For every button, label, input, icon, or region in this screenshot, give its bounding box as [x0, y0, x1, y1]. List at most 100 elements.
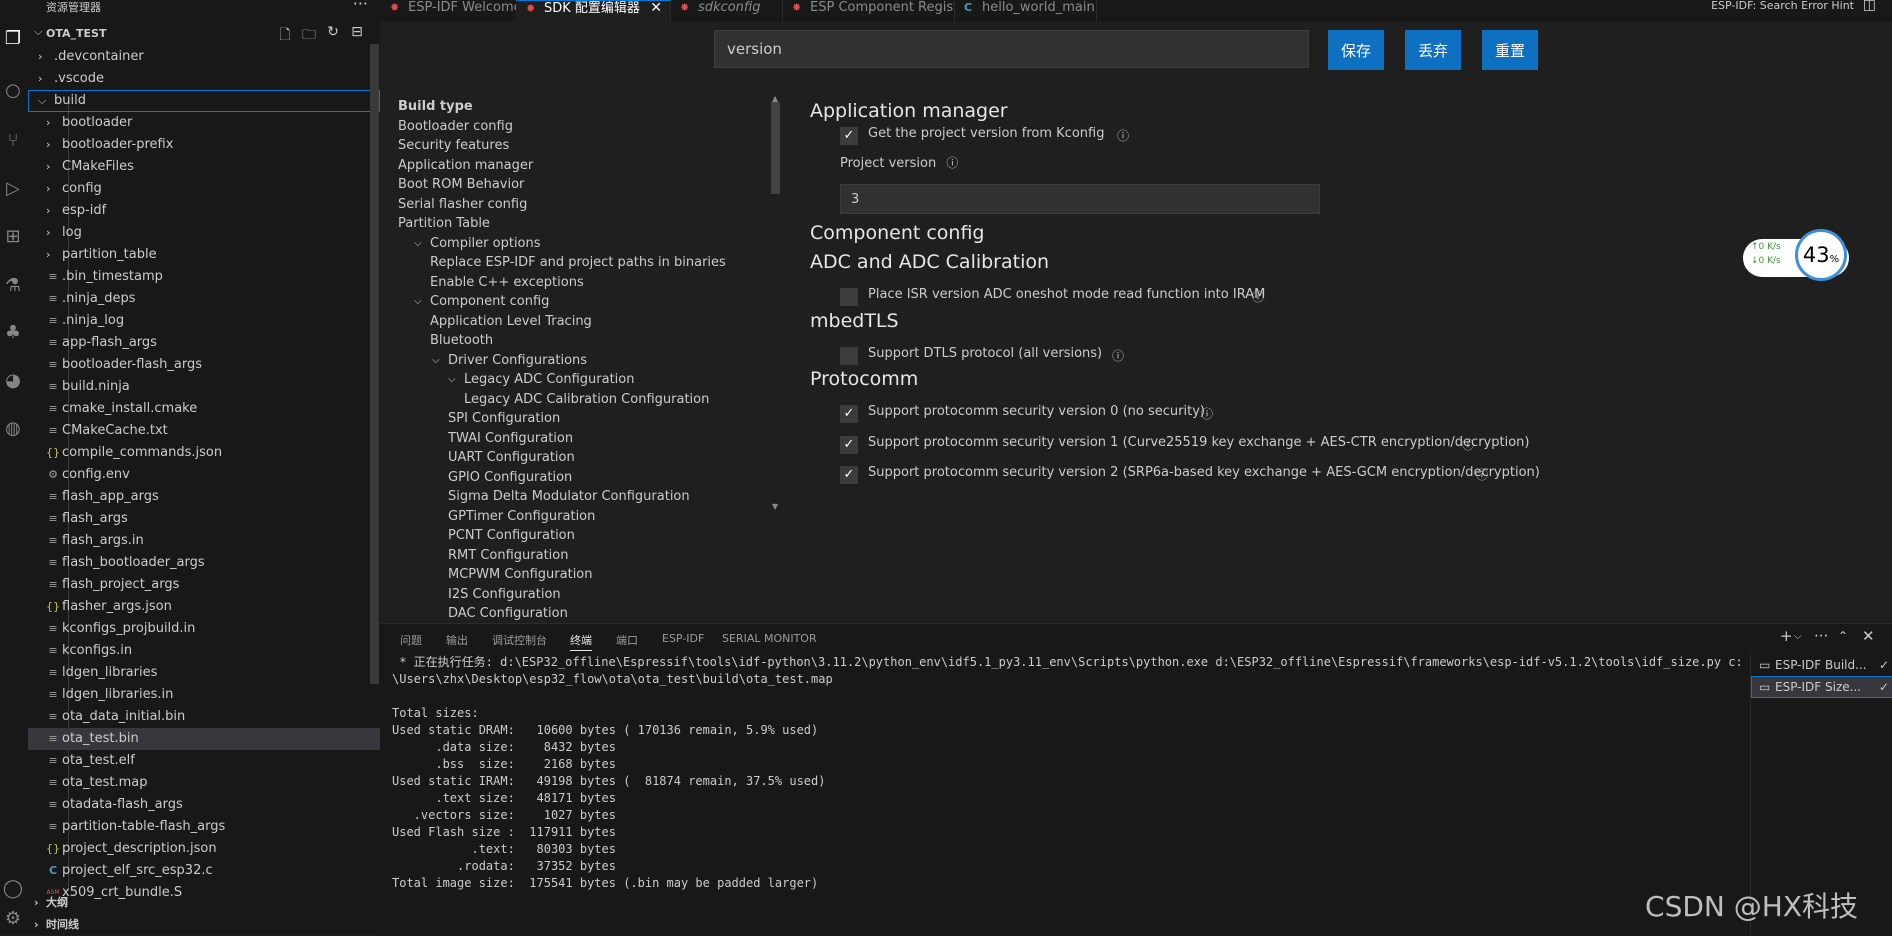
- info-icon[interactable]: ⓘ: [1462, 436, 1474, 453]
- tree-file-item[interactable]: ≡ flash_args.in: [28, 530, 380, 552]
- reset-button[interactable]: 重置: [1482, 30, 1538, 70]
- tree-file-item[interactable]: {} compile_commands.json: [28, 442, 380, 464]
- tree-folder-item[interactable]: › bootloader: [28, 112, 380, 134]
- timeline-section[interactable]: › 时间线: [28, 914, 380, 935]
- chevron-down-icon[interactable]: ⌵: [34, 25, 42, 39]
- checkbox[interactable]: ✓: [840, 127, 858, 145]
- checkbox[interactable]: ✓: [840, 436, 858, 454]
- editor-tab[interactable]: ✸ sdkconfig: [670, 0, 783, 22]
- checkbox[interactable]: ✓: [840, 466, 858, 484]
- source-control-icon[interactable]: ⑂: [2, 130, 24, 152]
- tree-folder-item[interactable]: › partition_table: [28, 244, 380, 266]
- panel-tab[interactable]: 调试控制台: [492, 632, 547, 648]
- account-icon[interactable]: ◯: [2, 878, 24, 900]
- tree-file-item[interactable]: ≡ .bin_timestamp: [28, 266, 380, 288]
- close-icon[interactable]: ✕: [650, 1, 662, 16]
- tree-folder-item[interactable]: › CMakeFiles: [28, 156, 380, 178]
- new-terminal-icon[interactable]: +: [1780, 627, 1793, 645]
- tree-file-item[interactable]: ≡ flash_args: [28, 508, 380, 530]
- tree-folder-item[interactable]: › .vscode: [28, 68, 380, 90]
- tree-file-item[interactable]: ≡ otadata-flash_args: [28, 794, 380, 816]
- tree-file-item[interactable]: ≡ ota_test.elf: [28, 750, 380, 772]
- sdk-search-input[interactable]: [714, 30, 1309, 68]
- tree-file-item[interactable]: ≡ ota_data_initial.bin: [28, 706, 380, 728]
- espressif-icon[interactable]: ◍: [2, 418, 24, 440]
- chevron-down-icon[interactable]: ⌵: [1794, 631, 1802, 642]
- info-icon[interactable]: ⓘ: [1201, 405, 1213, 422]
- tree-folder-item[interactable]: ⌵ build: [28, 90, 380, 112]
- tree-file-item[interactable]: ≡ flash_bootloader_args: [28, 552, 380, 574]
- info-icon[interactable]: ⓘ: [946, 156, 958, 170]
- tree-file-item[interactable]: Cproject_elf_src_esp32.c: [28, 860, 380, 882]
- run-debug-icon[interactable]: ▷: [2, 178, 24, 200]
- tree-file-item[interactable]: ≡ .ninja_deps: [28, 288, 380, 310]
- tree-file-item[interactable]: ≡ kconfigs_projbuild.in: [28, 618, 380, 640]
- tree-file-item[interactable]: ≡ kconfigs.in: [28, 640, 380, 662]
- settings-gear-icon[interactable]: ⚙: [2, 908, 24, 930]
- scroll-down-icon[interactable]: ▼: [772, 502, 778, 511]
- tree-folder-item[interactable]: › esp-idf: [28, 200, 380, 222]
- tree-file-item[interactable]: ≡ ldgen_libraries: [28, 662, 380, 684]
- esp-idf-icon[interactable]: ♣: [2, 322, 24, 344]
- panel-tab[interactable]: 端口: [616, 632, 638, 648]
- tree-file-item[interactable]: ≡ cmake_install.cmake: [28, 398, 380, 420]
- tree-file-item[interactable]: ≡ ota_test.map: [28, 772, 380, 794]
- tree-file-item[interactable]: ≡ CMakeCache.txt: [28, 420, 380, 442]
- discard-button[interactable]: 丢弃: [1405, 30, 1461, 70]
- project-version-input[interactable]: [840, 184, 1320, 214]
- checkbox[interactable]: [840, 347, 858, 365]
- close-panel-icon[interactable]: ✕: [1862, 627, 1875, 645]
- save-button[interactable]: 保存: [1328, 30, 1384, 70]
- info-icon[interactable]: ⓘ: [1252, 288, 1264, 305]
- tree-folder-item[interactable]: › config: [28, 178, 380, 200]
- panel-tab[interactable]: SERIAL MONITOR: [722, 632, 817, 645]
- info-icon[interactable]: ⓘ: [1476, 466, 1488, 483]
- terminal-list-item[interactable]: ▭ ESP-IDF Build... ✓: [1751, 654, 1892, 676]
- tree-folder-item[interactable]: › .devcontainer: [28, 46, 380, 68]
- tree-file-item[interactable]: ≡ ldgen_libraries.in: [28, 684, 380, 706]
- checkbox[interactable]: [840, 288, 858, 306]
- tree-file-item[interactable]: ≡ flash_project_args: [28, 574, 380, 596]
- info-icon[interactable]: ⓘ: [1112, 347, 1124, 364]
- more-actions-icon[interactable]: ···: [353, 0, 368, 13]
- tree-file-item[interactable]: ≡ build.ninja: [28, 376, 380, 398]
- editor-tab[interactable]: ✸ ESP-IDF Welcome: [380, 0, 517, 22]
- tree-file-item[interactable]: ≡ .ninja_log: [28, 310, 380, 332]
- tree-file-item[interactable]: ≡ bootloader-flash_args: [28, 354, 380, 376]
- tree-file-item[interactable]: {} project_description.json: [28, 838, 380, 860]
- new-file-icon[interactable]: 🗋: [276, 24, 294, 48]
- info-icon[interactable]: ⓘ: [1117, 127, 1129, 144]
- more-actions-icon[interactable]: ···: [1814, 627, 1828, 645]
- panel-tab[interactable]: 问题: [400, 632, 422, 648]
- explorer-icon[interactable]: ❐: [2, 28, 24, 50]
- search-error-hint[interactable]: ESP-IDF: Search Error Hint: [1711, 0, 1854, 12]
- refresh-icon[interactable]: ↻: [324, 24, 342, 48]
- checkbox[interactable]: ✓: [840, 405, 858, 423]
- device-icon[interactable]: ◕: [2, 370, 24, 392]
- tree-folder-item[interactable]: › bootloader-prefix: [28, 134, 380, 156]
- testing-icon[interactable]: ⚗: [2, 275, 24, 297]
- tree-folder-item[interactable]: › log: [28, 222, 380, 244]
- tree-file-item[interactable]: ⚙ config.env: [28, 464, 380, 486]
- editor-tab[interactable]: Chello_world_main.c: [954, 0, 1097, 22]
- collapse-all-icon[interactable]: ⊟: [348, 24, 366, 48]
- split-editor-icon[interactable]: ◫: [1863, 0, 1876, 13]
- editor-tab[interactable]: ✸ ESP Component Registry: [782, 0, 955, 22]
- memory-usage-circle[interactable]: 43%: [1795, 229, 1847, 281]
- editor-tab[interactable]: ✸ SDK 配置编辑器 ✕: [516, 0, 671, 23]
- extensions-icon[interactable]: ⊞: [2, 226, 24, 248]
- search-icon[interactable]: ○: [2, 80, 24, 102]
- maximize-panel-icon[interactable]: ⌃: [1838, 629, 1848, 643]
- tree-file-item[interactable]: ≡ flash_app_args: [28, 486, 380, 508]
- panel-tab[interactable]: ESP-IDF: [662, 632, 704, 645]
- tree-file-item[interactable]: ≡ ota_test.bin: [28, 728, 380, 750]
- sidebar-scrollbar[interactable]: [370, 44, 379, 684]
- nav-scrollbar[interactable]: [771, 102, 780, 194]
- tree-file-item[interactable]: ≡ app-flash_args: [28, 332, 380, 354]
- tree-file-item[interactable]: ≡ partition-table-flash_args: [28, 816, 380, 838]
- project-folder-row[interactable]: ⌵ OTA_TEST 🗋 🗀 ↻ ⊟: [28, 24, 380, 44]
- terminal-list-item[interactable]: ▭ ESP-IDF Size... ✓: [1751, 676, 1892, 698]
- tree-file-item[interactable]: {} flasher_args.json: [28, 596, 380, 618]
- panel-tab[interactable]: 输出: [446, 632, 468, 648]
- outline-section[interactable]: › 大纲: [28, 892, 380, 914]
